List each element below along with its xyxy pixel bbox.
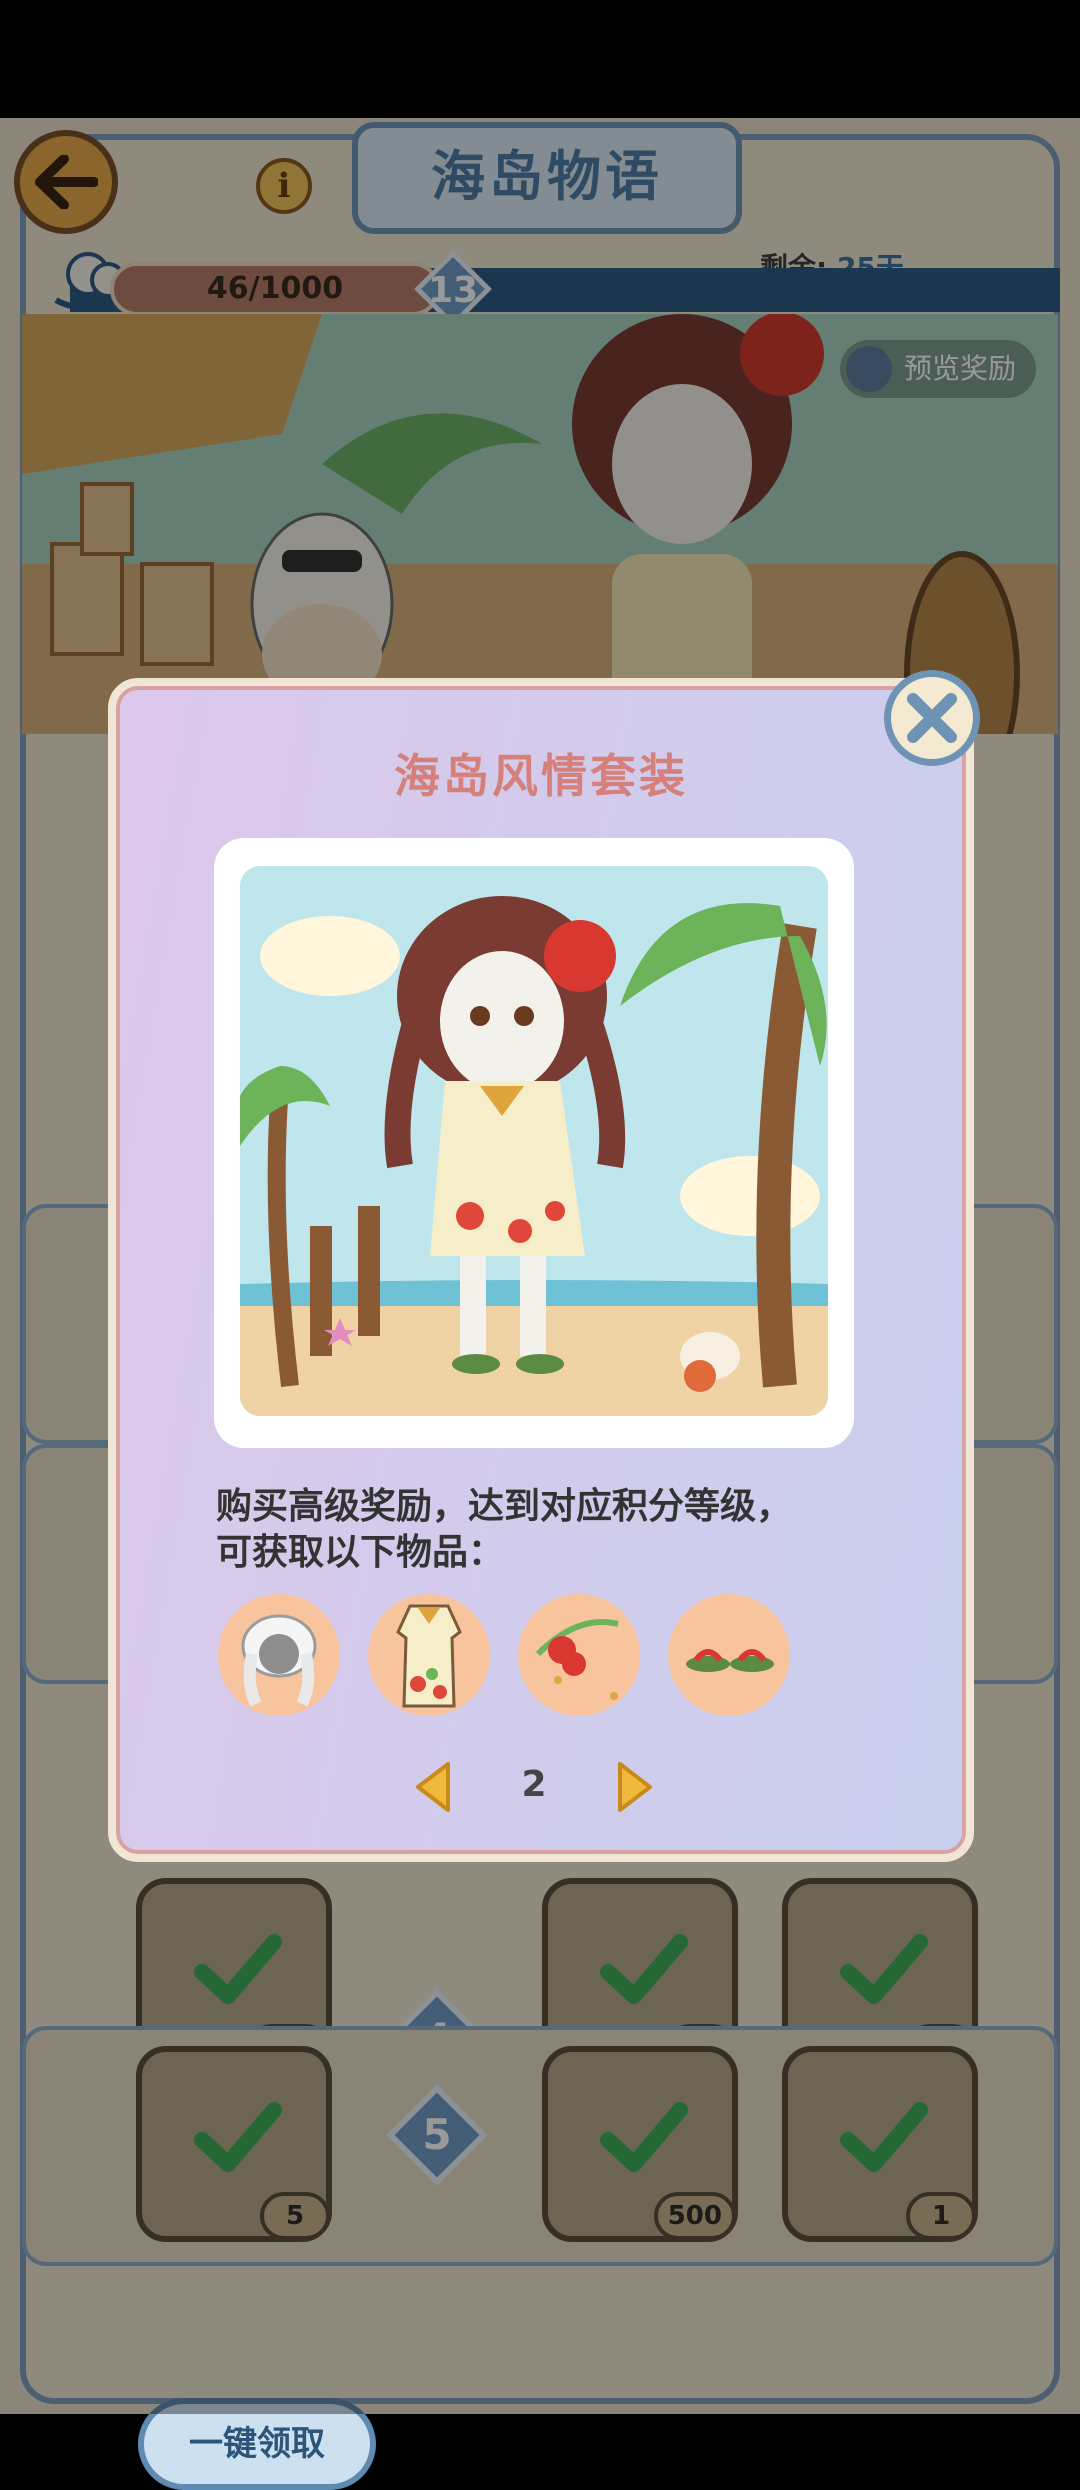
reward-item-hair[interactable] [218,1594,340,1716]
floral-dress-icon [396,1604,462,1708]
outfit-illustration-art [240,866,828,1416]
prev-page-button[interactable] [412,1760,456,1814]
white-braided-hair-icon [241,1614,317,1707]
red-flower-hairpin-icon [535,1619,619,1700]
sandals-icon [686,1649,774,1672]
outfit-illustration [240,866,828,1416]
reward-item-hairpin[interactable] [518,1594,640,1716]
modal-title: 海岛风情套装 [394,749,688,803]
reward-item-dress[interactable] [368,1594,490,1716]
description-line-2: 可获取以下物品： [216,1532,505,1573]
page-number: 2 [521,1764,547,1805]
description-line-1: 购买高级奖励，达到对应积分等级， [216,1486,793,1527]
status-bar [0,0,1080,118]
reward-item-sandals[interactable] [668,1594,790,1716]
modal-description: 购买高级奖励，达到对应积分等级， 可获取以下物品： [216,1484,876,1576]
next-page-button[interactable] [612,1760,656,1814]
